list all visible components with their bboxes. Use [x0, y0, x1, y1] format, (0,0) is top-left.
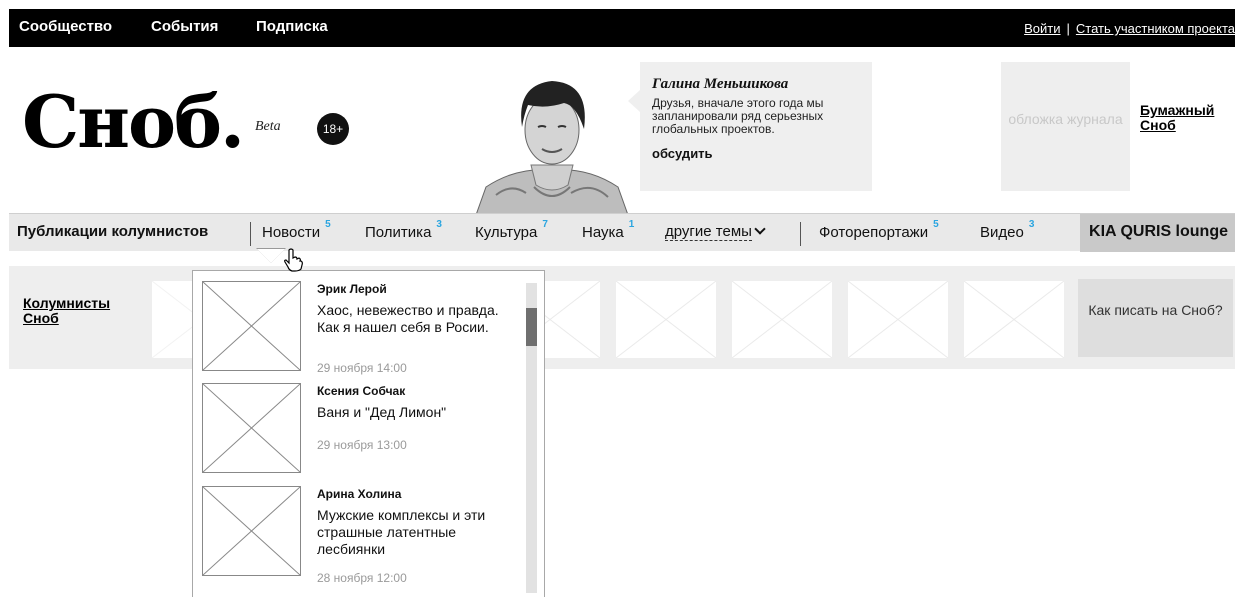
news-author: Ксения Собчак	[317, 384, 406, 398]
columnist-thumb[interactable]	[964, 281, 1064, 358]
tab-news[interactable]: Новости 5	[262, 219, 331, 241]
dropdown-scroll-thumb[interactable]	[526, 308, 537, 346]
tab-other-topics[interactable]: другие темы	[665, 223, 766, 241]
join-link[interactable]: Стать участником проекта	[1076, 21, 1235, 36]
chevron-down-icon	[754, 223, 766, 235]
image-placeholder-icon	[202, 383, 301, 473]
featured-author[interactable]: Галина Меньшикова	[652, 76, 860, 93]
magazine-cover-placeholder[interactable]: обложка журнала	[1001, 62, 1130, 191]
columnists-link[interactable]: Колумнисты Сноб	[23, 296, 143, 326]
tab-culture[interactable]: Культура 7	[475, 219, 548, 241]
login-link[interactable]: Войти	[1024, 21, 1060, 36]
dropdown-pointer	[257, 249, 285, 263]
tab-science[interactable]: Наука 1	[582, 219, 634, 241]
account-links: Войти | Стать участником проекта	[1024, 21, 1235, 36]
divider	[800, 222, 801, 246]
dropdown-news-item[interactable]: Эрик Лерой Хаос, невежество и правда. Ка…	[193, 271, 523, 375]
site-logo[interactable]: Сноб.	[22, 86, 245, 158]
separator: |	[1066, 21, 1070, 36]
age-rating-badge: 18+	[317, 113, 349, 145]
tab-politics[interactable]: Политика 3	[365, 219, 442, 241]
hand-cursor-icon	[283, 248, 303, 277]
news-title: Ваня и "Дед Лимон"	[317, 404, 447, 420]
nav-events[interactable]: События	[151, 18, 218, 35]
columnist-thumb[interactable]	[616, 281, 716, 358]
columnist-portrait[interactable]	[476, 75, 628, 215]
politics-count-badge: 3	[436, 219, 442, 230]
news-author: Эрик Лерой	[317, 282, 387, 296]
featured-quote-bubble: Галина Меньшикова Друзья, вначале этого …	[628, 62, 872, 191]
dropdown-news-item[interactable]: Ксения Собчак Ваня и "Дед Лимон" 29 нояб…	[193, 373, 523, 473]
nav-community[interactable]: Сообщество	[19, 18, 112, 35]
page: Сообщество События Подписка Войти | Стать …	[0, 0, 1235, 597]
top-bar: Сообщество События Подписка Войти | Стать …	[9, 9, 1235, 47]
tab-columnist-publications[interactable]: Публикации колумнистов	[17, 223, 208, 240]
paper-magazine-link[interactable]: Бумажный Сноб	[1140, 103, 1232, 133]
columnist-thumb[interactable]	[732, 281, 832, 358]
news-author: Арина Холина	[317, 487, 402, 501]
culture-count-badge: 7	[542, 219, 548, 230]
tab-photo-reports[interactable]: Фоторепортажи 5	[819, 219, 939, 241]
discuss-link[interactable]: обсудить	[652, 146, 860, 161]
image-placeholder-icon	[202, 486, 301, 576]
science-count-badge: 1	[628, 219, 635, 230]
dropdown-news-item[interactable]: Арина Холина Мужские комплексы и эти стр…	[193, 476, 523, 585]
video-count-badge: 3	[1028, 219, 1035, 230]
news-date: 28 ноября 12:00	[317, 571, 407, 585]
news-title: Мужские комплексы и эти страшные латентн…	[317, 507, 486, 557]
news-date: 29 ноября 13:00	[317, 438, 407, 452]
news-count-badge: 5	[325, 219, 331, 230]
news-title: Хаос, невежество и правда. Как я нашел с…	[317, 302, 499, 335]
tab-video[interactable]: Видео 3	[980, 219, 1034, 241]
beta-label: Beta	[255, 119, 281, 134]
columnist-thumb[interactable]	[848, 281, 948, 358]
photo-count-badge: 5	[933, 219, 939, 230]
nav-subscription[interactable]: Подписка	[256, 18, 328, 35]
news-dropdown: Эрик Лерой Хаос, невежество и правда. Ка…	[192, 270, 545, 597]
divider	[250, 222, 251, 246]
featured-text: Друзья, вначале этого года мы запланиров…	[652, 96, 824, 136]
image-placeholder-icon	[202, 281, 301, 371]
category-nav: Публикации колумнистов Новости 5 Политика…	[9, 213, 1235, 252]
how-to-write-button[interactable]: Как писать на Сноб?	[1078, 279, 1233, 357]
tab-kia-quris-lounge[interactable]: KIA QURIS lounge	[1080, 214, 1235, 252]
